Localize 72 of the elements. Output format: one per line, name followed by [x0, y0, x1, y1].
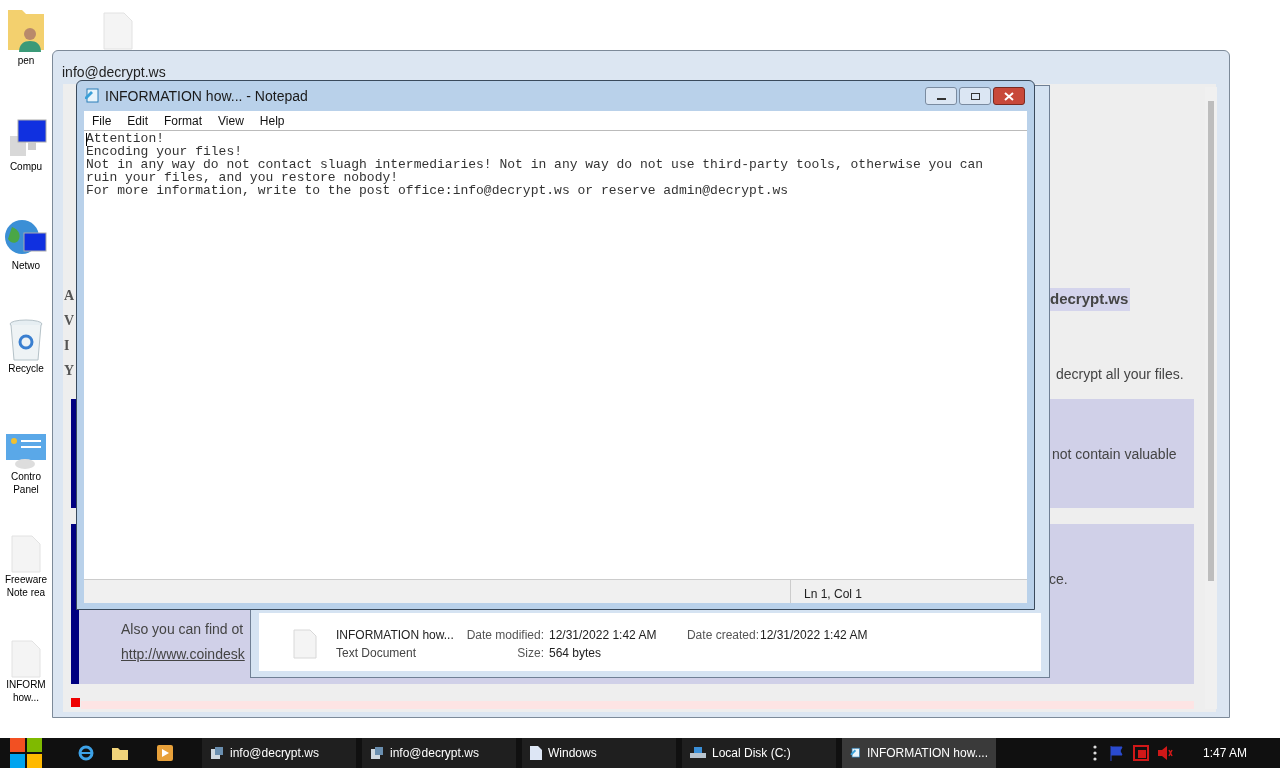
text-line: ruin your files, and you restore nobody!: [86, 171, 399, 184]
speaker-icon[interactable]: [1156, 746, 1173, 760]
drive-icon: [690, 747, 706, 759]
close-button[interactable]: [993, 87, 1025, 105]
text-line: Attention!: [86, 132, 164, 145]
maximize-button[interactable]: [959, 87, 991, 105]
minimize-button[interactable]: [925, 87, 957, 105]
recycle-bin-icon: [8, 318, 44, 362]
icon-label: how...: [12, 691, 40, 704]
text-line: Encoding your files!: [86, 145, 243, 158]
menu-item[interactable]: File: [86, 111, 118, 130]
taskbar-button[interactable]: info@decrypt.ws: [362, 738, 516, 768]
text-line: For more information, write to the post office:info@decrypt.ws or reserve admin@decrypt.ws: [86, 184, 789, 197]
taskbar-button[interactable]: Windows: [522, 738, 676, 768]
file-icon: [10, 640, 42, 678]
field-label: Date created:: [685, 627, 759, 644]
notepad-icon: [84, 88, 100, 104]
icon-label: Recycle: [8, 362, 44, 375]
field-label: Date modified:: [465, 627, 544, 644]
more-icon[interactable]: [1092, 745, 1097, 761]
folder-icon[interactable]: [112, 746, 128, 760]
field-value: 12/31/2022 1:42 AM: [549, 627, 657, 644]
icon-label: Netwo: [11, 259, 41, 272]
browser-icon[interactable]: [77, 744, 95, 762]
file-type: Text Document: [336, 645, 417, 662]
body-text: not contain valuable: [1052, 445, 1177, 464]
icon-label: pen: [17, 54, 35, 67]
square-marker: [71, 698, 80, 707]
file-name: INFORMATION how...: [336, 627, 454, 644]
close-icon: [1004, 91, 1014, 101]
app-icon: [370, 746, 384, 760]
menu-item[interactable]: Edit: [121, 111, 155, 130]
taskbar-button[interactable]: Local Disk (C:): [682, 738, 836, 768]
file-icon: [293, 629, 317, 659]
link[interactable]: http://www.coindesk: [121, 644, 245, 665]
status-text: Ln 1, Col 1: [803, 586, 863, 603]
clock[interactable]: 1:47 AM: [1202, 744, 1247, 762]
notepad-icon: [850, 746, 861, 760]
taskbar-button[interactable]: info@decrypt.ws: [202, 738, 356, 768]
window-title: info@decrypt.ws: [62, 63, 166, 82]
icon-label: Contro: [11, 470, 41, 483]
windows-start-icon[interactable]: [10, 738, 42, 768]
text-line: Not in any way do not contact sluagh intermediaries! Not in any way do not use third-party tools, otherwise you can: [86, 158, 984, 171]
taskbar-button[interactable]: INFORMATION how....: [842, 738, 996, 768]
email-highlight: decrypt.ws: [1048, 288, 1131, 311]
document-icon: [530, 746, 542, 760]
icon-label: Panel: [13, 483, 39, 496]
heading-text: Y: [64, 362, 75, 379]
menu-item[interactable]: Format: [158, 111, 209, 130]
field-label: Size:: [516, 645, 544, 662]
menu-item[interactable]: View: [212, 111, 250, 130]
icon-label: Freeware: [4, 573, 48, 586]
window-title: INFORMATION how... - Notepad: [105, 86, 308, 106]
body-text: decrypt all your files.: [1056, 365, 1184, 384]
icon-label: Compu: [9, 160, 43, 173]
body-text: ce.: [1049, 570, 1068, 589]
file-icon: [102, 12, 134, 50]
heading-text: V: [64, 312, 75, 329]
menu-item[interactable]: Help: [253, 111, 291, 130]
icon-label: INFORM: [6, 678, 46, 691]
flag-icon[interactable]: [1108, 745, 1125, 761]
media-player-icon[interactable]: [157, 745, 173, 761]
heading-text: A: [64, 287, 75, 304]
heading-text: I: [64, 337, 71, 354]
body-text: Also you can find ot: [121, 620, 244, 639]
alert-icon[interactable]: [1132, 745, 1149, 761]
field-value: 564 bytes: [549, 645, 602, 662]
file-icon: [10, 535, 42, 573]
control-panel-icon: [5, 432, 47, 470]
app-icon: [210, 746, 224, 760]
field-value: 12/31/2022 1:42 AM: [760, 627, 868, 644]
icon-label: Note rea: [6, 586, 46, 599]
